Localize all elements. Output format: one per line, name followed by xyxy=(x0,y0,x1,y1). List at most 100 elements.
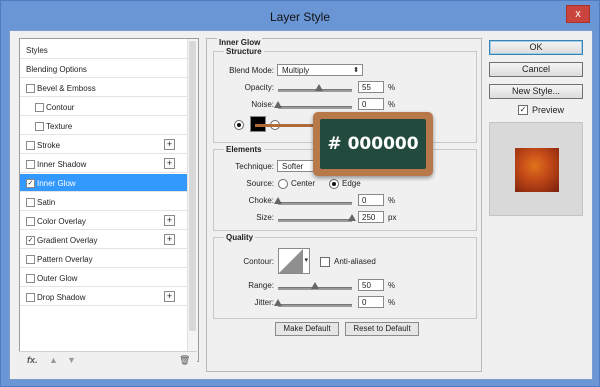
blend-mode-select[interactable]: Multiply ⬍ xyxy=(277,64,363,76)
noise-input[interactable]: 0 xyxy=(358,98,384,110)
style-item-label: Contour xyxy=(46,103,75,112)
style-item[interactable]: Pattern Overlay xyxy=(20,250,187,268)
dialog-body: Styles Blending Options Bevel & Emboss Cont… xyxy=(9,30,593,380)
style-item[interactable]: Outer Glow xyxy=(20,269,187,287)
range-input[interactable]: 50 xyxy=(358,279,384,291)
blend-mode-value: Multiply xyxy=(282,66,310,75)
select-arrow-icon: ⬍ xyxy=(353,67,359,74)
styles-footer: fx. ▲ ▼ 🗑 xyxy=(19,351,197,370)
style-checkbox[interactable] xyxy=(26,141,35,150)
style-item[interactable]: Bevel & Emboss xyxy=(20,79,187,97)
style-item[interactable]: Color Overlay + xyxy=(20,212,187,230)
trash-icon[interactable]: 🗑 xyxy=(179,355,190,366)
reset-to-default-button[interactable]: Reset to Default xyxy=(345,322,419,336)
badge-cord xyxy=(255,124,315,127)
style-checkbox[interactable] xyxy=(26,160,35,169)
choke-label: Choke: xyxy=(248,196,274,205)
source-center-label: Center xyxy=(291,179,316,188)
style-checkbox[interactable] xyxy=(35,122,44,131)
technique-label: Technique: xyxy=(235,162,274,171)
style-item-label: Texture xyxy=(46,122,73,131)
move-down-icon[interactable]: ▼ xyxy=(67,355,76,365)
add-style-icon[interactable]: + xyxy=(164,234,175,245)
style-item-label: Gradient Overlay xyxy=(37,236,98,245)
style-checkbox[interactable] xyxy=(26,84,35,93)
style-item[interactable]: Texture xyxy=(20,117,187,135)
jitter-slider-thumb[interactable] xyxy=(274,299,282,306)
color-value-text: # 000000 xyxy=(320,119,426,169)
inner-glow-title: Inner Glow xyxy=(217,38,263,47)
style-item-label: Inner Shadow xyxy=(37,160,87,169)
source-edge-label: Edge xyxy=(342,179,361,188)
title-bar[interactable]: Layer Style x xyxy=(1,1,599,29)
choke-slider-thumb[interactable] xyxy=(274,197,282,204)
cancel-button[interactable]: Cancel xyxy=(489,62,583,77)
contour-picker[interactable]: ▾ xyxy=(278,248,310,274)
dialog-title: Layer Style xyxy=(269,10,331,24)
jitter-unit: % xyxy=(388,298,396,307)
source-center-radio[interactable] xyxy=(278,179,288,189)
move-up-icon[interactable]: ▲ xyxy=(49,355,58,365)
jitter-slider[interactable] xyxy=(274,299,352,307)
opacity-label: Opacity: xyxy=(244,83,274,92)
contour-dropdown-icon[interactable]: ▾ xyxy=(304,256,308,264)
add-style-icon[interactable]: + xyxy=(164,215,175,226)
style-item[interactable]: Contour xyxy=(20,98,187,116)
range-slider[interactable] xyxy=(278,282,352,290)
style-item[interactable]: Styles xyxy=(20,41,187,59)
noise-slider[interactable] xyxy=(274,101,352,109)
choke-input[interactable]: 0 xyxy=(358,194,384,206)
add-style-icon[interactable]: + xyxy=(164,158,175,169)
anti-aliased-label: Anti-aliased xyxy=(334,257,376,266)
fx-icon[interactable]: fx. xyxy=(27,355,38,365)
make-default-button[interactable]: Make Default xyxy=(275,322,339,336)
style-preview xyxy=(489,122,583,216)
style-checkbox[interactable] xyxy=(26,293,35,302)
style-item[interactable]: Drop Shadow + xyxy=(20,288,187,306)
ok-button[interactable]: OK xyxy=(489,40,583,55)
noise-slider-thumb[interactable] xyxy=(274,101,282,108)
anti-aliased-checkbox[interactable] xyxy=(320,257,330,267)
size-label: Size: xyxy=(256,213,274,222)
style-checkbox[interactable]: ✓ xyxy=(26,236,35,245)
style-checkbox[interactable] xyxy=(26,274,35,283)
choke-slider[interactable] xyxy=(274,197,352,205)
preview-label: Preview xyxy=(532,105,565,115)
size-unit: px xyxy=(388,213,397,222)
quality-group: Quality Contour: ▾ Anti-aliased Range: 5… xyxy=(213,233,477,319)
solid-color-radio[interactable] xyxy=(234,120,244,130)
preview-checkbox[interactable]: ✓ xyxy=(518,105,528,115)
size-slider[interactable] xyxy=(278,214,356,222)
scrollbar-thumb[interactable] xyxy=(189,41,196,331)
source-edge-radio[interactable] xyxy=(329,179,339,189)
close-button[interactable]: x xyxy=(566,5,590,23)
styles-scrollbar[interactable] xyxy=(187,39,198,361)
style-item-label: Color Overlay xyxy=(37,217,86,226)
size-input[interactable]: 250 xyxy=(358,211,384,223)
add-style-icon[interactable]: + xyxy=(164,291,175,302)
style-item[interactable]: ✓ Inner Glow xyxy=(20,174,187,192)
opacity-unit: % xyxy=(388,83,396,92)
style-item-label: Stroke xyxy=(37,141,61,150)
style-item-label: Satin xyxy=(37,198,56,207)
range-slider-thumb[interactable] xyxy=(311,282,319,289)
style-checkbox[interactable] xyxy=(26,217,35,226)
add-style-icon[interactable]: + xyxy=(164,139,175,150)
style-item[interactable]: ✓ Gradient Overlay + xyxy=(20,231,187,249)
style-item[interactable]: Satin xyxy=(20,193,187,211)
opacity-slider-thumb[interactable] xyxy=(314,84,323,91)
style-item-label: Blending Options xyxy=(26,65,87,74)
style-checkbox[interactable] xyxy=(35,103,44,112)
style-item[interactable]: Stroke + xyxy=(20,136,187,154)
style-item[interactable]: Blending Options xyxy=(20,60,187,78)
style-checkbox[interactable] xyxy=(26,255,35,264)
layer-style-dialog: Layer Style x Styles Blending Options Beve… xyxy=(0,0,600,387)
new-style-button[interactable]: New Style... xyxy=(489,84,583,99)
style-checkbox[interactable]: ✓ xyxy=(26,179,35,188)
style-checkbox[interactable] xyxy=(26,198,35,207)
jitter-input[interactable]: 0 xyxy=(358,296,384,308)
size-slider-thumb[interactable] xyxy=(348,214,356,221)
opacity-slider[interactable] xyxy=(278,84,352,92)
style-item[interactable]: Inner Shadow + xyxy=(20,155,187,173)
opacity-input[interactable]: 55 xyxy=(358,81,384,93)
